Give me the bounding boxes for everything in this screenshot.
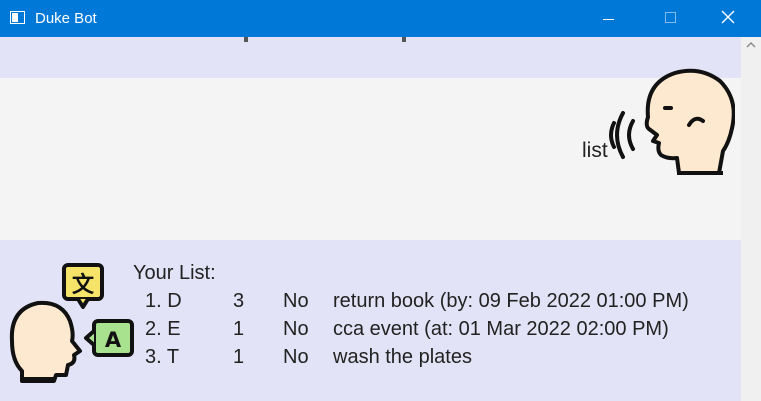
clipped-text-fragment [402, 37, 406, 42]
task-row: 3. T 1 No wash the plates [133, 343, 472, 371]
bot-avatar-icon: 文 A [9, 263, 134, 383]
task-done: No [283, 318, 309, 340]
task-row: 1. D 3 No return book (by: 09 Feb 2022 0… [133, 287, 689, 315]
clipped-text-fragment [244, 37, 248, 42]
title-bar: Duke Bot [0, 0, 761, 37]
svg-text:A: A [105, 328, 122, 352]
task-amount: 3 [233, 290, 245, 312]
window-title: Duke Bot [35, 10, 97, 27]
task-done: No [283, 346, 309, 368]
task-amount: 1 [233, 318, 245, 340]
minimize-button[interactable] [585, 0, 635, 37]
user-message: list [582, 139, 608, 162]
vertical-scrollbar[interactable] [741, 37, 761, 401]
task-number: 3. T [145, 346, 180, 368]
maximize-button[interactable] [645, 0, 695, 37]
task-row: 2. E 1 No cca event (at: 01 Mar 2022 02:… [133, 315, 669, 343]
task-description: return book (by: 09 Feb 2022 01:00 PM) [333, 290, 689, 312]
bot-list-header: Your List: [133, 262, 216, 284]
minimize-icon [603, 19, 614, 20]
user-avatar-icon [609, 68, 735, 175]
close-button[interactable] [700, 0, 750, 37]
task-done: No [283, 290, 309, 312]
task-number: 1. D [145, 290, 182, 312]
maximize-icon [665, 12, 676, 23]
task-description: cca event (at: 01 Mar 2022 02:00 PM) [333, 318, 669, 340]
task-number: 2. E [145, 318, 181, 340]
svg-text:文: 文 [72, 272, 95, 298]
close-icon [721, 10, 735, 24]
app-icon [10, 11, 25, 24]
task-description: wash the plates [333, 346, 472, 368]
task-amount: 1 [233, 346, 245, 368]
bot-message: Your List: 1. D 3 No return book (by: 09… [133, 259, 689, 371]
scroll-up-arrow-icon[interactable] [746, 41, 756, 49]
